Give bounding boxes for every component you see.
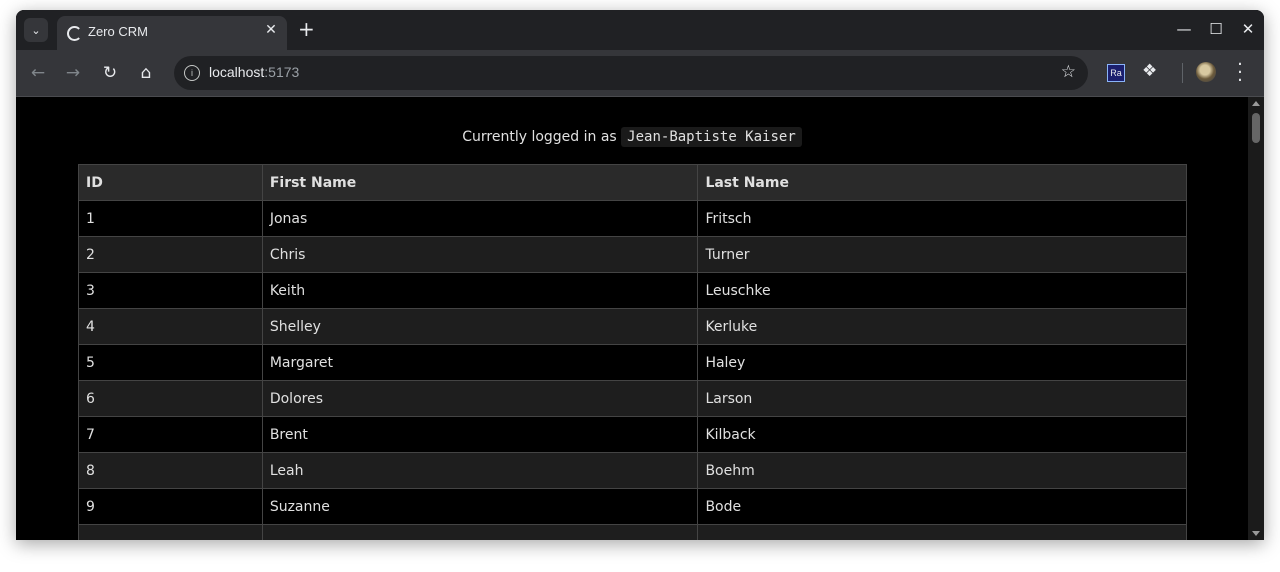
extension-ra-icon[interactable]: Ra <box>1107 64 1125 82</box>
reload-button[interactable]: ↻ <box>99 62 121 84</box>
arrow-left-icon: ← <box>30 63 46 83</box>
cell-last-name <box>697 524 1187 540</box>
home-icon: ⌂ <box>140 63 152 83</box>
table-row[interactable]: 1 Jonas Fritsch <box>78 200 1187 237</box>
close-window-button[interactable]: ✕ <box>1238 20 1258 38</box>
tab-strip: ⌄ Zero CRM ✕ + — ☐ ✕ <box>16 10 1264 50</box>
cell-first-name <box>261 524 699 540</box>
cell-first-name: Jonas <box>261 200 699 237</box>
more-vertical-icon[interactable]: · · · <box>1233 56 1247 90</box>
page-content: Currently logged in as Jean-Baptiste Kai… <box>16 97 1248 540</box>
cell-last-name: Kilback <box>697 416 1187 453</box>
cell-id: 1 <box>78 200 263 237</box>
cell-id: 9 <box>78 488 263 525</box>
cell-first-name: Dolores <box>261 380 699 417</box>
cell-first-name: Keith <box>261 272 699 309</box>
loading-icon <box>67 26 82 41</box>
scroll-thumb[interactable] <box>1252 113 1260 143</box>
username-badge: Jean-Baptiste Kaiser <box>621 127 802 147</box>
cell-id: 7 <box>78 416 263 453</box>
column-header-id[interactable]: ID <box>78 164 263 201</box>
cell-id <box>78 524 263 540</box>
table-row[interactable]: 8 Leah Boehm <box>78 452 1187 489</box>
forward-button[interactable]: → <box>62 62 84 84</box>
browser-window: ⌄ Zero CRM ✕ + — ☐ ✕ ← → ↻ ⌂ i localhost… <box>16 10 1264 540</box>
cell-last-name: Fritsch <box>697 200 1187 237</box>
cell-id: 2 <box>78 236 263 273</box>
reload-icon: ↻ <box>102 63 118 83</box>
table-header-row: ID First Name Last Name <box>78 164 1187 201</box>
table-row[interactable]: 4 Shelley Kerluke <box>78 308 1187 345</box>
cell-last-name: Bode <box>697 488 1187 525</box>
cell-first-name: Suzanne <box>261 488 699 525</box>
maximize-button[interactable]: ☐ <box>1206 20 1226 38</box>
table-row[interactable]: 5 Margaret Haley <box>78 344 1187 381</box>
minimize-icon: — <box>1176 20 1192 38</box>
star-icon[interactable]: ☆ <box>1061 62 1076 82</box>
close-icon: ✕ <box>1241 20 1255 38</box>
cell-id: 6 <box>78 380 263 417</box>
chevron-down-icon: ⌄ <box>31 23 41 37</box>
cell-first-name: Brent <box>261 416 699 453</box>
puzzle-icon[interactable]: ❖ <box>1142 61 1157 81</box>
minimize-button[interactable]: — <box>1174 20 1194 38</box>
cell-last-name: Boehm <box>697 452 1187 489</box>
tab-title: Zero CRM <box>88 24 148 39</box>
cell-first-name: Margaret <box>261 344 699 381</box>
login-prefix: Currently logged in as <box>462 129 617 145</box>
page-scrollbar[interactable] <box>1248 97 1264 540</box>
table-row[interactable]: 2 Chris Turner <box>78 236 1187 273</box>
cell-last-name: Turner <box>697 236 1187 273</box>
cell-id: 5 <box>78 344 263 381</box>
cell-id: 3 <box>78 272 263 309</box>
close-icon[interactable]: ✕ <box>263 22 279 38</box>
cell-first-name: Shelley <box>261 308 699 345</box>
table-row[interactable]: 6 Dolores Larson <box>78 380 1187 417</box>
tab-search-button[interactable]: ⌄ <box>24 18 48 42</box>
url-port: :5173 <box>264 64 300 80</box>
browser-toolbar: ← → ↻ ⌂ i localhost:5173 ☆ Ra ❖ · · · <box>16 50 1264 97</box>
info-icon[interactable]: i <box>184 65 200 81</box>
address-bar[interactable]: i localhost:5173 ☆ <box>174 56 1088 90</box>
cell-last-name: Leuschke <box>697 272 1187 309</box>
scroll-down-arrow-icon[interactable] <box>1252 531 1260 536</box>
maximize-icon: ☐ <box>1209 20 1223 38</box>
cell-id: 8 <box>78 452 263 489</box>
arrow-right-icon: → <box>65 63 81 83</box>
cell-last-name: Kerluke <box>697 308 1187 345</box>
url-text[interactable]: localhost:5173 <box>209 64 299 80</box>
login-status: Currently logged in as Jean-Baptiste Kai… <box>16 127 1248 147</box>
back-button[interactable]: ← <box>27 62 49 84</box>
home-button[interactable]: ⌂ <box>135 62 157 84</box>
tab-zero-crm[interactable]: Zero CRM ✕ <box>57 16 287 50</box>
cell-last-name: Haley <box>697 344 1187 381</box>
scroll-up-arrow-icon[interactable] <box>1252 101 1260 106</box>
column-header-last-name[interactable]: Last Name <box>697 164 1187 201</box>
cell-id: 4 <box>78 308 263 345</box>
column-header-first-name[interactable]: First Name <box>261 164 699 201</box>
table-row[interactable]: 9 Suzanne Bode <box>78 488 1187 525</box>
new-tab-button[interactable]: + <box>298 19 315 39</box>
cell-last-name: Larson <box>697 380 1187 417</box>
table-row[interactable] <box>78 524 1187 540</box>
avatar[interactable] <box>1196 62 1216 82</box>
url-host: localhost <box>209 64 265 80</box>
cell-first-name: Leah <box>261 452 699 489</box>
cell-first-name: Chris <box>261 236 699 273</box>
table-row[interactable]: 7 Brent Kilback <box>78 416 1187 453</box>
plus-icon: + <box>298 17 315 41</box>
toolbar-divider <box>1182 63 1183 83</box>
table-row[interactable]: 3 Keith Leuschke <box>78 272 1187 309</box>
contacts-table: ID First Name Last Name 1 Jonas Fritsch … <box>78 164 1187 540</box>
